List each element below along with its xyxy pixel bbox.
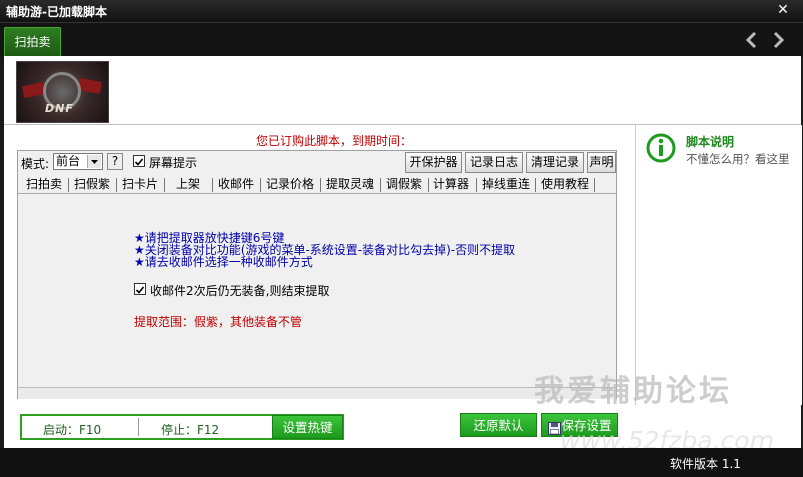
game-banner-image: DNF bbox=[16, 61, 109, 123]
extract-range-text: 提取范围：假紫，其他装备不管 bbox=[134, 315, 303, 329]
tab-scan-fake-purple[interactable]: 扫假紫 bbox=[74, 176, 110, 194]
main-tab-bar bbox=[0, 22, 803, 57]
tab-divider bbox=[68, 178, 69, 192]
set-hotkey-button[interactable]: 设置热键 bbox=[272, 415, 343, 439]
info-icon[interactable] bbox=[646, 133, 676, 163]
tab-tutorial[interactable]: 使用教程 bbox=[541, 176, 589, 194]
hotkey-divider bbox=[138, 418, 139, 436]
tab-divider bbox=[320, 178, 321, 192]
mode-select-value: 前台 bbox=[56, 154, 81, 168]
instruction-line: ★请去收邮件选择一种收邮件方式 bbox=[134, 255, 313, 269]
watermark-text: 我爱辅助论坛 bbox=[534, 374, 732, 409]
close-button[interactable]: ✕ bbox=[768, 0, 798, 21]
tab-divider bbox=[164, 178, 165, 192]
tab-divider bbox=[535, 178, 536, 192]
screen-tip-label: 屏幕提示 bbox=[149, 156, 198, 170]
stop-extract-checkbox[interactable] bbox=[134, 283, 146, 295]
chevron-left-icon[interactable] bbox=[742, 30, 762, 50]
tab-divider bbox=[380, 178, 381, 192]
tab-divider bbox=[116, 178, 117, 192]
title-bar bbox=[0, 0, 803, 22]
tab-calculator[interactable]: 计算器 bbox=[433, 176, 469, 194]
mode-label: 模式: bbox=[21, 157, 50, 171]
tab-collect-mail[interactable]: 收邮件 bbox=[218, 176, 254, 194]
hotkey-stop: 停止：F12 bbox=[161, 423, 220, 437]
dropdown-arrow-icon bbox=[87, 155, 101, 168]
tab-divider bbox=[212, 178, 213, 192]
stop-extract-label: 收邮件2次后仍无装备,则结束提取 bbox=[150, 284, 330, 298]
tab-list-item[interactable]: 上架 bbox=[176, 176, 200, 194]
window-title: 辅助游-已加载脚本 bbox=[6, 5, 107, 19]
chevron-right-icon[interactable] bbox=[768, 30, 788, 50]
tab-scan-auction[interactable]: 扫拍卖 bbox=[26, 176, 62, 194]
tab-divider bbox=[476, 178, 477, 192]
mode-help-button[interactable]: ? bbox=[107, 153, 123, 170]
tab-divider bbox=[428, 178, 429, 192]
right-help-panel bbox=[635, 125, 802, 405]
clear-records-button[interactable]: 清理记录 bbox=[526, 152, 584, 173]
tab-scan-cards[interactable]: 扫卡片 bbox=[122, 176, 158, 194]
open-protector-button[interactable]: 开保护器 bbox=[405, 152, 462, 173]
tab-adjust-fake-purple[interactable]: 调假紫 bbox=[386, 176, 422, 194]
tab-reconnect[interactable]: 掉线重连 bbox=[482, 176, 530, 194]
hotkey-start: 启动：F10 bbox=[43, 423, 102, 437]
help-title-link[interactable]: 脚本说明 bbox=[686, 133, 734, 150]
subscription-notice: 您已订购此脚本，到期时间： bbox=[256, 134, 413, 148]
tab-auction-scan[interactable]: 扫拍卖 bbox=[4, 27, 61, 56]
tab-divider bbox=[260, 178, 261, 192]
banner-logo: DNF bbox=[45, 102, 74, 115]
mode-select[interactable]: 前台 bbox=[53, 153, 103, 170]
screen-tip-checkbox[interactable] bbox=[133, 155, 145, 167]
record-log-button[interactable]: 记录日志 bbox=[465, 152, 523, 173]
restore-default-button[interactable]: 还原默认 bbox=[460, 413, 537, 437]
version-label: 软件版本 1.1 bbox=[670, 457, 741, 471]
tab-divider bbox=[594, 178, 595, 192]
statement-button[interactable]: 声明 bbox=[587, 152, 616, 173]
help-subtitle-link[interactable]: 不懂怎么用？看这里 bbox=[686, 151, 790, 167]
horizontal-scrollbar[interactable] bbox=[18, 387, 616, 399]
tab-extract-soul[interactable]: 提取灵魂 bbox=[326, 176, 374, 194]
tab-record-price[interactable]: 记录价格 bbox=[266, 176, 314, 194]
